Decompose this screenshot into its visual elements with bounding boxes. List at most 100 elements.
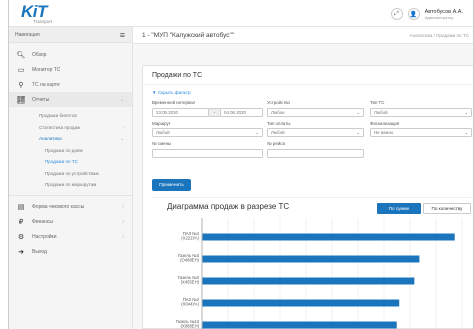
- sidebar-subitem-label: Продажи билетов: [39, 113, 77, 119]
- filter-icon: ▼: [152, 90, 157, 95]
- payment-type-select[interactable]: Любой ⌄: [267, 128, 364, 137]
- by-sum-button[interactable]: По сумме: [377, 203, 421, 214]
- vehicle-type-select[interactable]: Любой ⌄: [370, 108, 472, 117]
- route-label: Маршрут: [152, 121, 171, 126]
- sidebar-item-receipt-form[interactable]: ▤ Форма чекового кассы ›: [9, 200, 132, 215]
- logo[interactable]: KiT: [21, 3, 47, 20]
- payment-type-select-value: Любой: [271, 130, 285, 135]
- page-title: 1 - "МУП "Калужский автобус"": [142, 31, 235, 39]
- date-from-input[interactable]: 23.05.2020: [152, 108, 209, 117]
- breadcrumb[interactable]: Аналитика / Продажи по ТС: [410, 33, 469, 38]
- header-actions: ⤢ 👤 Автобусов А.А. Администратор: [390, 6, 463, 22]
- fiscalization-select[interactable]: Не важно ⌄: [370, 128, 472, 137]
- category-label: (Х222УА): [181, 236, 199, 241]
- sidebar-subitem-analytics[interactable]: Аналитика ⌄: [9, 133, 132, 145]
- sidebar-subitem-label: Продажи по ТС: [45, 159, 78, 165]
- sidebar-item-monitor[interactable]: ▭ Монитор ТС: [9, 62, 132, 77]
- apply-button[interactable]: Применить: [152, 179, 191, 191]
- user-avatar-icon[interactable]: 👤: [407, 8, 420, 20]
- main-content: 1 - "МУП "Калужский автобус"" Аналитика …: [133, 27, 473, 329]
- chart-bar[interactable]: [202, 299, 400, 307]
- device-label: Устройство: [267, 100, 290, 105]
- sidebar-item-finance[interactable]: ₽ Финансы ›: [9, 215, 132, 230]
- sidebar-subitem-label: Продажи по маршрутам: [45, 182, 97, 188]
- chevron-down-icon: ⌄: [120, 135, 124, 141]
- sidebar-subitem-sales-by-route[interactable]: Продажи по маршрутам: [9, 179, 132, 191]
- search-icon: 🔍︎: [16, 51, 26, 59]
- fiscalization-select-value: Не важно: [374, 130, 394, 135]
- app-window: KiT Transport ⤢ 👤 Автобусов А.А. Админис…: [8, 0, 474, 329]
- sidebar-subitem-label: Статистика продаж: [39, 124, 81, 130]
- sidebar-item-label: Настройки: [32, 234, 57, 240]
- sidebar-subitem-sales-by-day[interactable]: Продажи по дням: [9, 145, 132, 157]
- page-header: 1 - "МУП "Калужский автобус"" Аналитика …: [133, 27, 473, 44]
- chart-icon: 📈︎: [16, 96, 26, 104]
- device-select-value: Любое: [271, 110, 285, 115]
- sidebar-item-label: ТС на карте: [32, 81, 60, 88]
- sales-panel: Продажи по ТС ▼ Скрыть фильтр Временной …: [142, 65, 473, 329]
- sidebar-item-label: Форма чекового кассы: [32, 204, 85, 210]
- logo-subtitle: Transport: [33, 19, 53, 24]
- user-name: Автобусов А.А.: [424, 8, 463, 15]
- payment-type-label: Тип оплаты: [267, 121, 291, 126]
- sidebar-item-logout[interactable]: ➜ Выход: [9, 245, 132, 260]
- sidebar-subitem-sales-stats[interactable]: Статистика продаж ›: [9, 122, 132, 134]
- hide-filter-link[interactable]: ▼ Скрыть фильтр: [152, 90, 191, 95]
- chart-bar[interactable]: [202, 321, 397, 329]
- sidebar: Навигация ≡ 🔍︎ Обзор ▭ Монитор ТС ⚲ ТС н…: [9, 27, 133, 329]
- vehicle-type-select-value: Любой: [374, 110, 388, 115]
- sidebar-subitem-ticket-sales[interactable]: Продажи билетов: [9, 110, 132, 122]
- device-select[interactable]: Любое ⌄: [267, 108, 364, 117]
- category-label: (Х455ЕН): [181, 280, 200, 285]
- sidebar-item-reports[interactable]: 📈︎ Отчеты ⌄: [9, 92, 132, 107]
- user-role: Администратор: [424, 14, 454, 20]
- chart-bar[interactable]: [202, 277, 415, 285]
- by-count-button[interactable]: По количеству: [423, 203, 471, 214]
- shift-number-input[interactable]: [152, 149, 263, 158]
- category-label: (Х088ЕН): [181, 324, 200, 329]
- top-header: KiT Transport ⤢ 👤 Автобусов А.А. Админис…: [9, 0, 473, 27]
- time-interval-label: Временной интервал: [152, 100, 196, 105]
- chevron-down-icon: ⌄: [119, 96, 124, 103]
- sidebar-item-label: Финансы: [32, 219, 53, 225]
- sidebar-item-overview[interactable]: 🔍︎ Обзор: [9, 47, 132, 62]
- chevron-down-icon: ⌄: [356, 110, 360, 115]
- date-range-separator: -: [209, 108, 220, 117]
- chevron-right-icon: ›: [122, 234, 124, 240]
- bar-chart: ПАЗ №4(Х222УА)Газель №3(О488ЕН)Газель №3…: [176, 218, 463, 329]
- logout-icon: ➜: [18, 249, 24, 256]
- chevron-right-icon: ›: [122, 204, 124, 210]
- sidebar-title: Навигация: [15, 31, 40, 38]
- expand-icon[interactable]: ⤢: [390, 8, 403, 20]
- shift-number-label: № смены: [152, 141, 172, 146]
- route-select[interactable]: Любой ⌄: [152, 128, 263, 137]
- chevron-down-icon: ⌄: [356, 130, 360, 135]
- hamburger-menu-icon[interactable]: ≡: [120, 30, 125, 40]
- monitor-icon: ▭: [17, 66, 25, 74]
- category-label: (О488ЕН): [180, 258, 199, 263]
- chart-bar[interactable]: [202, 233, 455, 241]
- trip-number-label: № рейса: [267, 141, 285, 146]
- category-label: (Х044УА): [181, 302, 199, 307]
- sidebar-subitem-sales-by-vehicle[interactable]: Продажи по ТС: [9, 156, 132, 168]
- sidebar-subitem-label: Аналитика: [39, 136, 62, 142]
- sidebar-subitem-sales-by-device[interactable]: Продажи по устройствам: [9, 168, 132, 180]
- chevron-right-icon: ›: [122, 124, 125, 130]
- sales-chart-section: Диаграмма продаж в разрезе ТС По сумме П…: [152, 197, 471, 329]
- chart-title: Диаграмма продаж в разрезе ТС: [167, 202, 290, 211]
- sidebar-item-label: Отчеты: [32, 96, 50, 103]
- register-icon: ▤: [17, 204, 25, 211]
- hide-filter-label: Скрыть фильтр: [157, 90, 191, 95]
- fiscalization-label: Фискализация: [370, 121, 400, 126]
- chart-bar[interactable]: [202, 255, 420, 263]
- date-to-input[interactable]: 04.06.2020: [220, 108, 263, 117]
- panel-title: Продажи по ТС: [143, 66, 473, 85]
- ruble-icon: ₽: [18, 219, 24, 226]
- trip-number-input[interactable]: [267, 149, 364, 158]
- gears-icon: ⚙: [17, 234, 25, 241]
- sidebar-item-label: Выход: [32, 249, 47, 255]
- sidebar-item-settings[interactable]: ⚙ Настройки ›: [9, 230, 132, 245]
- user-info[interactable]: Автобусов А.А. Администратор: [425, 9, 463, 20]
- sidebar-item-map[interactable]: ⚲ ТС на карте: [9, 77, 132, 92]
- map-pin-icon: ⚲: [18, 81, 24, 89]
